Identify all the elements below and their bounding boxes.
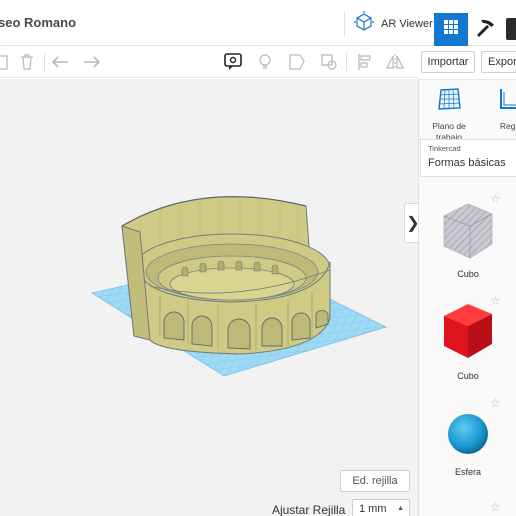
undo-icon[interactable] [50,52,72,72]
workplane-helper[interactable]: Plano de trabajo [419,86,479,143]
export-button[interactable]: Export [481,51,516,73]
paste-icon[interactable] [0,52,12,72]
library-category: Formas básicas [428,157,506,169]
workplane-icon [436,86,462,117]
shape-label: Esfera [454,467,481,477]
shape-label: Cubo [457,269,479,279]
align-icon[interactable] [354,52,376,72]
3d-design-view-button[interactable] [434,13,468,46]
snap-grid-select[interactable]: 1 mm ▲ [352,499,410,516]
lightbulb-icon[interactable] [254,52,276,72]
snap-grid-label: Ajustar Rejilla [272,503,346,516]
shape-box-red[interactable]: Cubo [430,300,506,381]
snap-grid-value: 1 mm [359,503,387,515]
shape-sphere[interactable]: Esfera [430,410,506,477]
caret-up-icon: ▲ [397,505,404,512]
edit-toolbar [0,46,418,78]
pickaxe-icon [473,16,497,45]
sphere-icon [442,410,494,463]
shape-box-hole[interactable]: Cubo [430,200,506,279]
workplane-canvas[interactable]: Ed. rejilla Ajustar Rejilla 1 mm ▲ [0,79,418,516]
cube-hole-icon [440,200,496,265]
shape-library-select[interactable]: Tinkercad Formas básicas [420,139,516,177]
star-icon[interactable]: ☆ [490,192,501,206]
group-icon[interactable] [286,52,308,72]
top-bar: seo Romano AR Viewer [0,0,516,46]
library-source: Tinkercad [428,144,461,153]
delete-icon[interactable] [16,52,38,72]
star-icon[interactable]: ☆ [490,294,501,308]
mirror-icon[interactable] [384,52,406,72]
cube-red-icon [440,300,496,367]
colosseum-model[interactable] [121,196,331,355]
ar-viewer-label: AR Viewer [381,18,433,30]
blocks-view-button[interactable] [470,15,500,45]
user-menu-button[interactable] [506,18,516,40]
ruler-helper[interactable]: Regla [481,86,516,132]
design-title[interactable]: seo Romano [0,15,76,30]
edit-grid-button[interactable]: Ed. rejilla [340,470,410,492]
import-button[interactable]: Importar [421,51,475,73]
ar-cube-icon [353,10,375,38]
ar-viewer-button[interactable]: AR Viewer [344,10,433,38]
ruler-label: Regla [499,121,516,131]
star-icon[interactable]: ☆ [490,396,501,410]
colosseum-scene[interactable] [0,79,418,516]
ungroup-icon[interactable] [318,52,340,72]
grid-icon [443,19,459,40]
star-icon[interactable]: ☆ [490,500,501,514]
shape-label: Cubo [457,371,479,381]
notes-icon[interactable] [222,52,244,72]
redo-icon[interactable] [80,52,102,72]
ruler-icon [498,86,516,117]
